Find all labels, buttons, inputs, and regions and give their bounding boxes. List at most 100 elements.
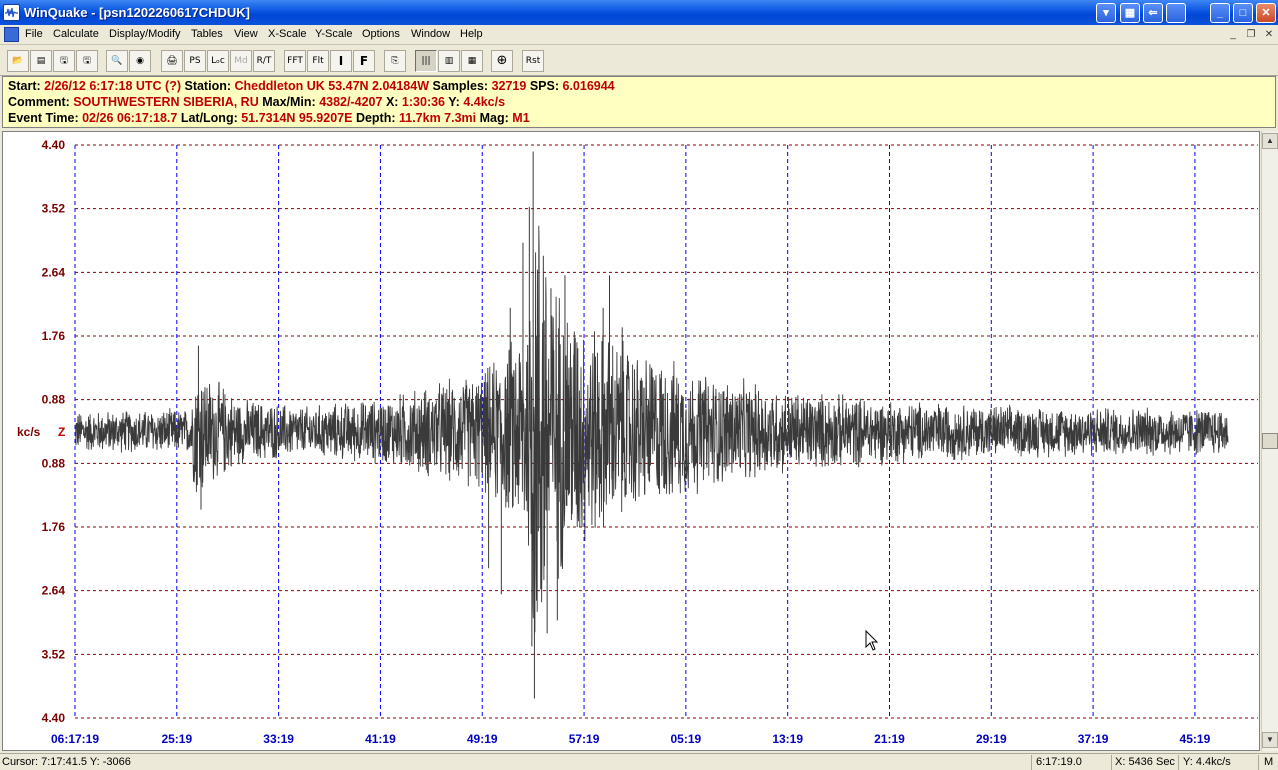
- x-tick-label: 25:19: [161, 732, 192, 746]
- window-title: WinQuake - [psn1202260617CHDUK]: [24, 5, 251, 20]
- minimize-button[interactable]: _: [1210, 3, 1230, 23]
- status-time: 6:17:19.0: [1036, 756, 1082, 768]
- grid-icon[interactable]: |||: [415, 50, 437, 72]
- pin-icon[interactable]: ⇐: [1143, 3, 1163, 23]
- x-tick-label: 57:19: [569, 732, 600, 746]
- magnitude-icon[interactable]: Md: [230, 50, 252, 72]
- fft-icon[interactable]: FFT: [284, 50, 306, 72]
- grid-mode-icon[interactable]: ▦: [1120, 3, 1140, 23]
- scroll-thumb[interactable]: [1262, 433, 1278, 449]
- x-value: 1:30:36: [401, 95, 446, 109]
- y-label: Y:: [448, 95, 460, 109]
- comment-label: Comment:: [8, 95, 70, 109]
- maximize-button[interactable]: □: [1233, 3, 1253, 23]
- menu-view[interactable]: View: [234, 28, 258, 40]
- seismogram-chart[interactable]: 4.40 3.52 2.64 1.76 0.88 0.88 1.76 2.64 3.52 4.40…: [3, 132, 1259, 750]
- menu-options[interactable]: Options: [362, 28, 400, 40]
- y-tick-label: 2.64: [42, 265, 66, 279]
- close-button[interactable]: ✕: [1256, 3, 1276, 23]
- event-time-value: 02/26 06:17:18.7: [82, 111, 178, 125]
- ratio-icon[interactable]: R/T: [253, 50, 275, 72]
- x-tick-label: 33:19: [263, 732, 294, 746]
- winquake-window: WinQuake - [psn1202260617CHDUK] ▾ ▦ ⇐ _ …: [0, 0, 1278, 770]
- preview-icon[interactable]: 🔍: [106, 50, 128, 72]
- x-tick-label: 37:19: [1078, 732, 1109, 746]
- y-tick-label: 0.88: [42, 456, 66, 470]
- maxmin-value: 4382/-4207: [319, 95, 383, 109]
- save-all-icon[interactable]: 🖫: [53, 50, 75, 72]
- sps-value: 6.016944: [562, 79, 615, 93]
- info-line-3: Event Time: 02/26 06:17:18.7 Lat/Long: 5…: [8, 111, 530, 125]
- status-bar: Cursor: 7:17:41.5 Y: -3066 6:17:19.0 X: …: [0, 753, 1278, 770]
- filter-f-icon[interactable]: F: [353, 50, 375, 72]
- toolbar: 📂 ▤ 🖫 🖫 🔍 ◉ 🖨 PS Lₒc Md R/T FFT Flt I F …: [0, 46, 1278, 76]
- menu-bar: File Calculate Display/Modify Tables Vie…: [0, 25, 1278, 45]
- menu-display-modify[interactable]: Display/Modify: [109, 28, 181, 40]
- info-line-1: Start: 2/26/12 6:17:18 UTC (?) Station: …: [8, 79, 615, 93]
- scroll-down-icon[interactable]: ▼: [1262, 732, 1278, 748]
- document-icon[interactable]: [4, 27, 19, 42]
- save-icon[interactable]: 🖫: [76, 50, 98, 72]
- menu-tables[interactable]: Tables: [191, 28, 223, 40]
- y-tick-label: 3.52: [42, 202, 66, 216]
- samples-value: 32719: [491, 79, 527, 93]
- vertical-scrollbar[interactable]: ▲ ▼: [1261, 131, 1278, 751]
- menu-help[interactable]: Help: [460, 28, 483, 40]
- x-tick-label: 21:19: [874, 732, 905, 746]
- samples-label: Samples:: [432, 79, 489, 93]
- info-line-2: Comment: SOUTHWESTERN SIBERIA, RU Max/Mi…: [8, 95, 505, 109]
- x-tick-label: 06:17:19: [51, 732, 99, 746]
- y-tick-label: 0.88: [42, 393, 66, 407]
- x-tick-label: 49:19: [467, 732, 498, 746]
- ps-icon[interactable]: PS: [184, 50, 206, 72]
- open-icon[interactable]: 📂: [7, 50, 29, 72]
- mdi-restore-button[interactable]: ❐: [1244, 28, 1258, 42]
- start-value: 2/26/12 6:17:18 UTC (?): [44, 79, 181, 93]
- copy-icon[interactable]: ⎘: [384, 50, 406, 72]
- print-icon[interactable]: 🖨: [161, 50, 183, 72]
- status-cursor: Cursor: 7:17:41.5 Y: -3066: [2, 756, 131, 768]
- x-label: X:: [385, 95, 399, 109]
- y-tick-label: 4.40: [42, 138, 66, 152]
- waveform-line: [74, 225, 1229, 633]
- locate-icon[interactable]: Lₒc: [207, 50, 229, 72]
- x-tick-label: 05:19: [671, 732, 702, 746]
- unit-label: kc/s: [17, 425, 41, 439]
- seismograph-icon: [3, 4, 20, 21]
- depth-label: Depth:: [355, 111, 396, 125]
- y-tick-label: 2.64: [42, 584, 66, 598]
- target-icon[interactable]: ⊕: [491, 50, 513, 72]
- filter-icon[interactable]: Flt: [307, 50, 329, 72]
- menu-calculate[interactable]: Calculate: [53, 28, 99, 40]
- x-tick-label: 13:19: [772, 732, 803, 746]
- menu-x-scale[interactable]: X-Scale: [268, 28, 307, 40]
- scroll-up-icon[interactable]: ▲: [1262, 133, 1278, 149]
- y-value: 4.4kc/s: [463, 95, 506, 109]
- reset-icon[interactable]: Rst: [522, 50, 544, 72]
- y-tick-label: 3.52: [42, 647, 66, 661]
- menu-y-scale[interactable]: Y-Scale: [315, 28, 353, 40]
- blank-caption-button[interactable]: [1166, 3, 1186, 23]
- station-label: Station:: [184, 79, 232, 93]
- mdi-close-button[interactable]: ✕: [1262, 28, 1276, 42]
- component-label: Z: [58, 425, 65, 439]
- arrow-pointer-icon: [865, 629, 879, 651]
- record-icon[interactable]: ◉: [129, 50, 151, 72]
- grid-alt-icon[interactable]: ▥: [438, 50, 460, 72]
- menu-window[interactable]: Window: [411, 28, 450, 40]
- down-arrow-icon[interactable]: ▾: [1096, 3, 1116, 23]
- status-x: X: 5436 Sec: [1115, 756, 1175, 768]
- mag-label: Mag:: [479, 111, 509, 125]
- title-bar[interactable]: WinQuake - [psn1202260617CHDUK] ▾ ▦ ⇐ _ …: [0, 0, 1278, 25]
- list-icon[interactable]: ▤: [30, 50, 52, 72]
- info-panel: Start: 2/26/12 6:17:18 UTC (?) Station: …: [2, 76, 1276, 128]
- menu-file[interactable]: File: [25, 28, 43, 40]
- y-tick-label: 4.40: [42, 711, 66, 725]
- mdi-minimize-button[interactable]: _: [1226, 28, 1240, 42]
- status-mode: M: [1264, 756, 1274, 768]
- seismogram-plot[interactable]: 4.40 3.52 2.64 1.76 0.88 0.88 1.76 2.64 3.52 4.40…: [2, 131, 1260, 751]
- integrate-icon[interactable]: I: [330, 50, 352, 72]
- spectrum-icon[interactable]: ▦: [461, 50, 483, 72]
- x-tick-labels: 06:17:19 25:19 33:19 41:19 49:19 57:19 05:19 13…: [51, 732, 1211, 746]
- mag-value: M1: [512, 111, 530, 125]
